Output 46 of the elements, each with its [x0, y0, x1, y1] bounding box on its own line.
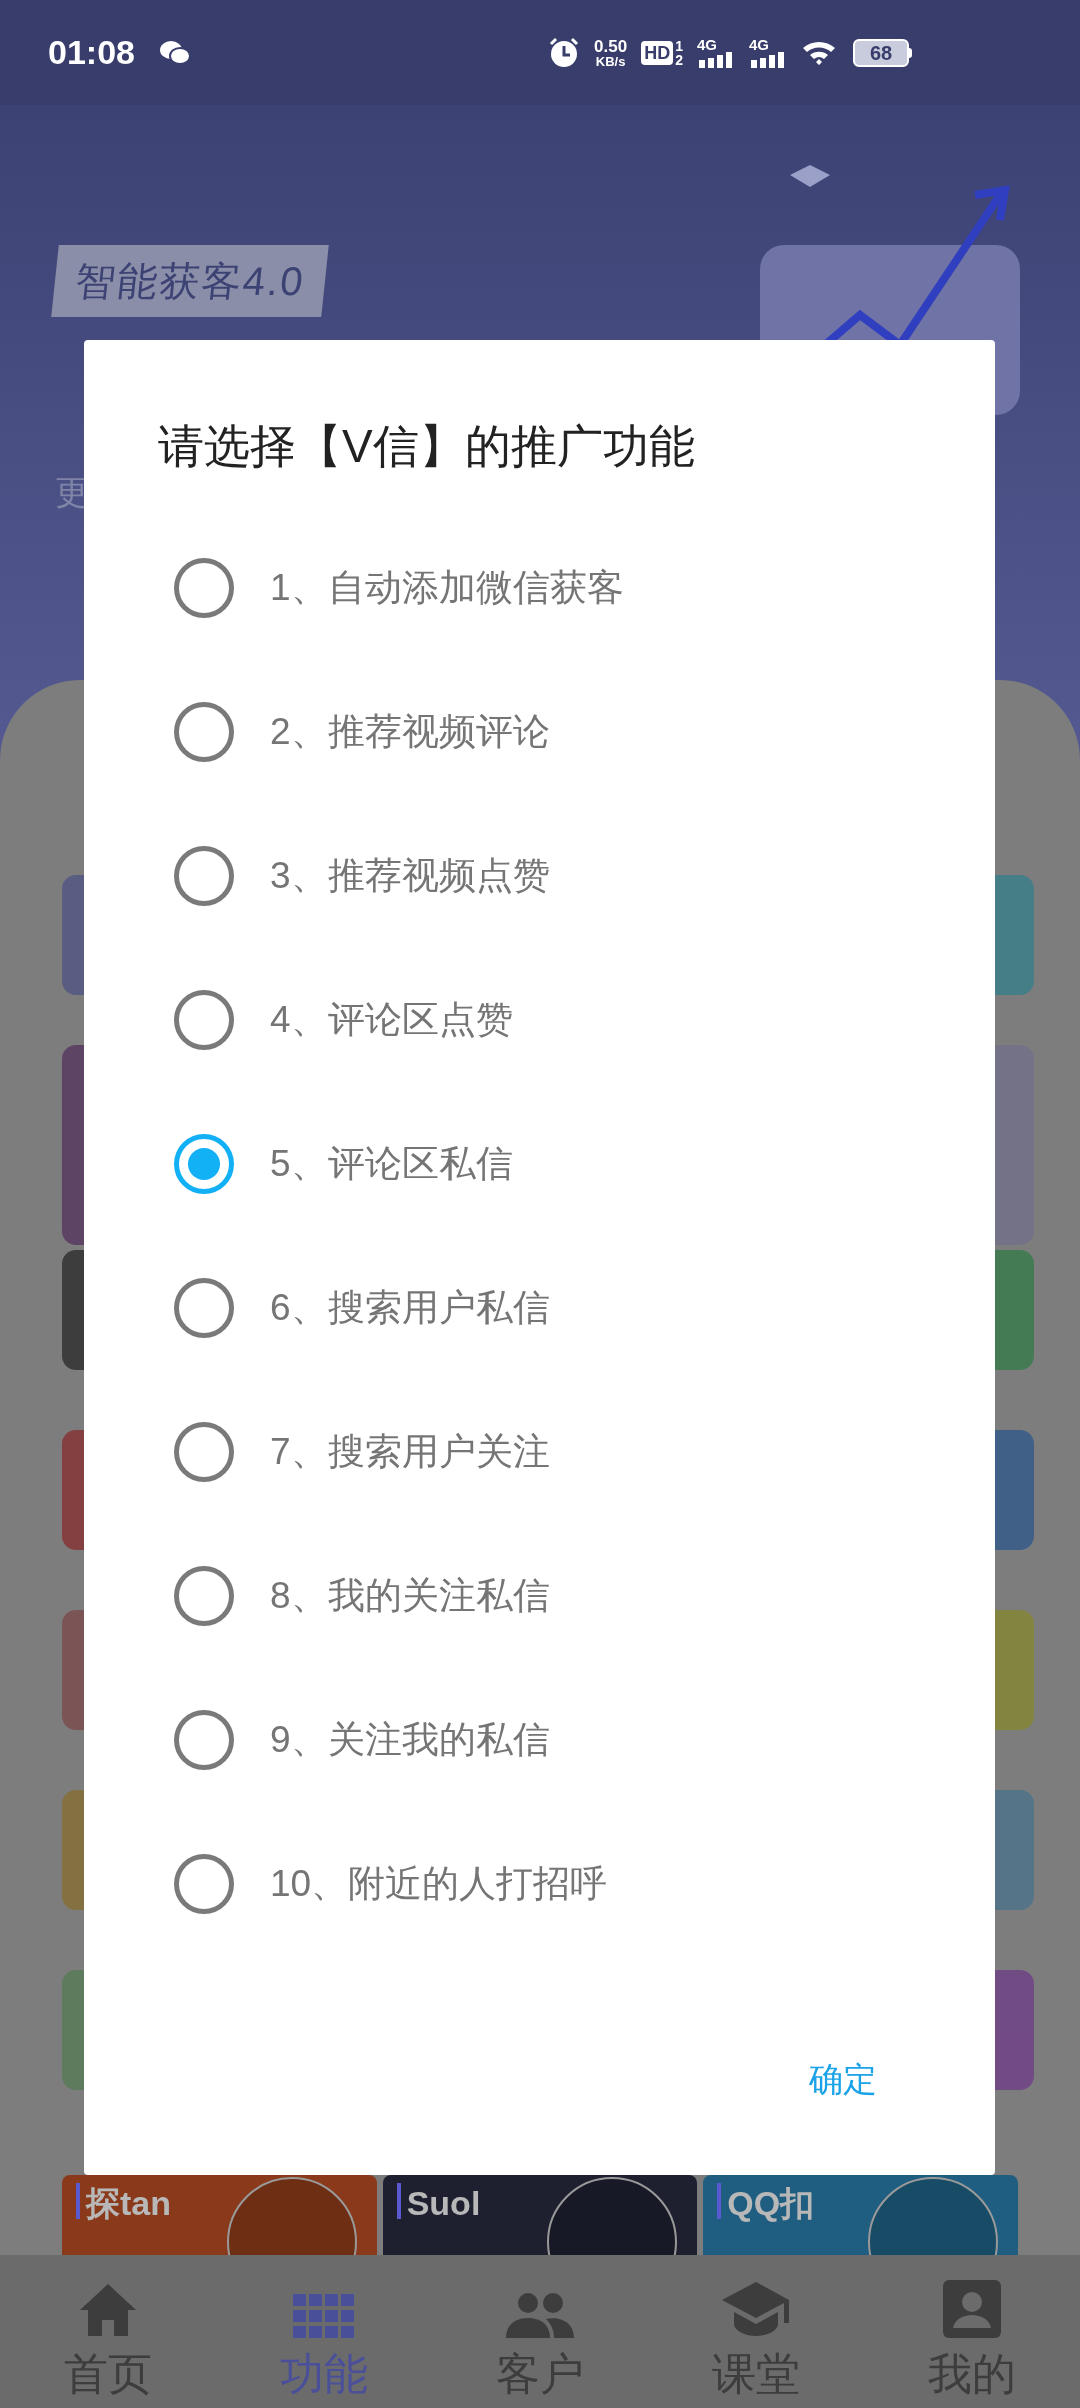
radio-button[interactable]: [174, 1566, 234, 1626]
radio-button[interactable]: [174, 990, 234, 1050]
radio-option[interactable]: 8、我的关注私信: [84, 1524, 995, 1668]
radio-option[interactable]: 4、评论区点赞: [84, 948, 995, 1092]
radio-button[interactable]: [174, 1134, 234, 1194]
app-card-title: QQ扣: [727, 2183, 815, 2223]
app-card[interactable]: 探tan: [62, 2175, 377, 2255]
dialog-title: 请选择【V信】的推广功能: [158, 419, 696, 474]
app-card-title: 探tan: [86, 2183, 171, 2223]
sim-number: 1: [675, 38, 683, 53]
radio-button[interactable]: [174, 1710, 234, 1770]
radio-option[interactable]: 9、关注我的私信: [84, 1668, 995, 1812]
radio-option[interactable]: 3、推荐视频点赞: [84, 804, 995, 948]
radio-button[interactable]: [174, 1854, 234, 1914]
confirm-button[interactable]: 确定: [801, 2054, 885, 2105]
app-card[interactable]: QQ扣: [703, 2175, 1018, 2255]
battery-indicator: 68: [853, 38, 909, 67]
app-card[interactable]: Suol: [382, 2175, 698, 2255]
network-type: 4G: [749, 37, 770, 52]
radio-option[interactable]: 7、搜索用户关注: [84, 1380, 995, 1524]
radio-option[interactable]: 1、自动添加微信获客: [84, 516, 995, 660]
radio-option[interactable]: 2、推荐视频评论: [84, 660, 995, 804]
net-speed: 0.50: [594, 37, 628, 55]
status-time: 01:08: [48, 32, 135, 73]
radio-option[interactable]: 10、附近的人打招呼: [84, 1812, 995, 1956]
people-icon: [506, 2292, 574, 2338]
alarm-icon: [548, 36, 581, 69]
home-icon: [78, 2282, 138, 2338]
radio-option[interactable]: 6、搜索用户私信: [84, 1236, 995, 1380]
sim-number: 2: [675, 52, 683, 67]
radio-button[interactable]: [174, 1422, 234, 1482]
signal-icon: [697, 52, 735, 68]
graduation-cap-icon: [722, 2282, 790, 2338]
radio-button[interactable]: [174, 702, 234, 762]
radio-button[interactable]: [174, 846, 234, 906]
radio-option[interactable]: 5、评论区私信: [84, 1092, 995, 1236]
net-speed-unit: KB/s: [595, 54, 626, 68]
app-card-title: Suol: [406, 2183, 481, 2223]
hd-badge: HD: [641, 40, 674, 65]
banner-tag: 智能获客4.0: [51, 245, 329, 317]
signal-icon: [749, 52, 787, 68]
grid-icon: [293, 2294, 355, 2338]
radio-button[interactable]: [174, 1278, 234, 1338]
profile-icon: [943, 2280, 1001, 2338]
network-type: 4G: [697, 37, 718, 52]
radio-button[interactable]: [174, 558, 234, 618]
